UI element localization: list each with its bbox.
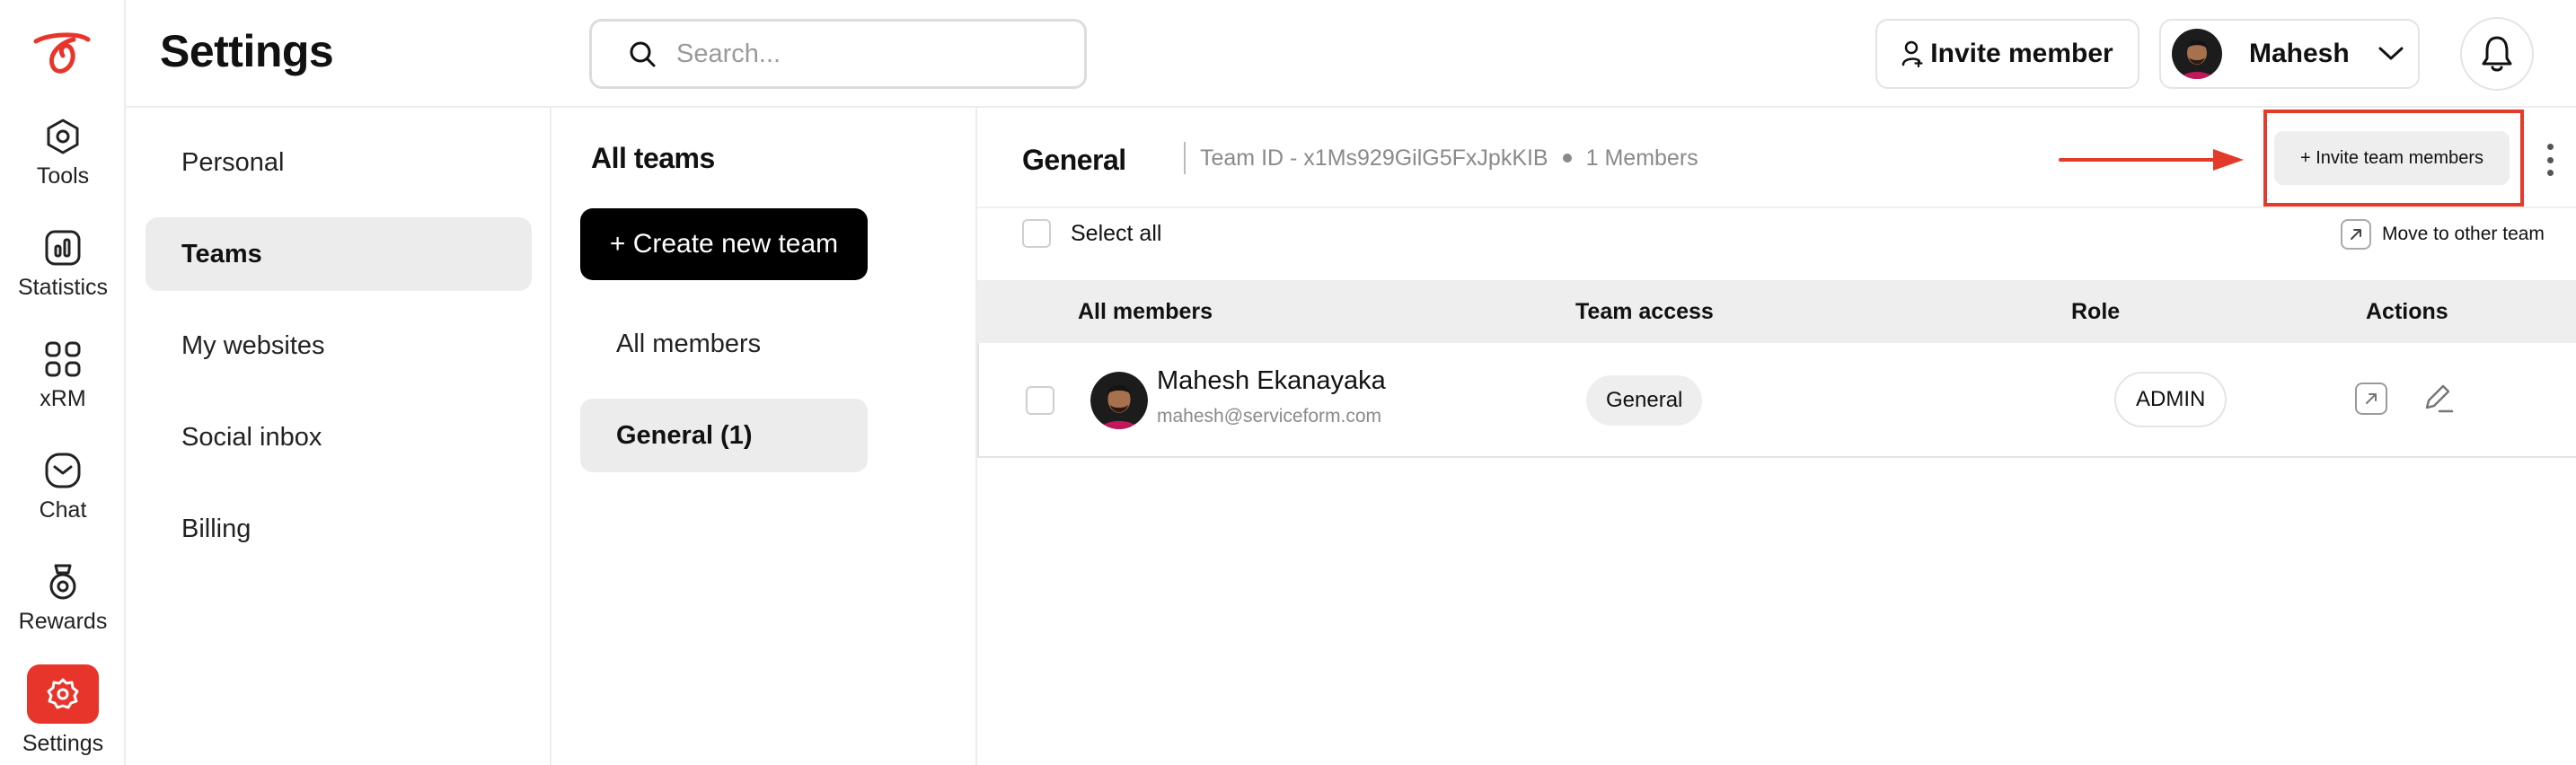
team-item-all-members[interactable]: All members [580,307,868,381]
rail-item-statistics[interactable]: Statistics [0,228,126,301]
avatar [1090,372,1148,429]
divider [977,207,2576,208]
invite-member-button[interactable]: Invite member [1875,19,2139,89]
settings-nav-personal[interactable]: Personal [146,126,532,199]
role-badge[interactable]: ADMIN [2114,372,2228,427]
select-all-checkbox[interactable] [1022,219,1051,248]
teams-panel: All teams + Create new team All members … [551,108,977,765]
page-title: Settings [160,26,334,76]
move-to-other-team-button[interactable]: Move to other team [2341,219,2545,250]
members-count: 1 Members [1585,145,1698,171]
rail-item-label: Tools [36,163,90,189]
app-rail: Tools Statistics xRM Chat Rewards Settin… [0,0,126,765]
rewards-icon [49,564,76,600]
rail-item-label: Settings [22,731,104,756]
move-label: Move to other team [2382,224,2545,244]
settings-nav: Personal Teams My websites Social inbox … [126,108,551,765]
column-header: Team access [1575,298,1714,324]
invite-member-label: Invite member [1930,39,2113,68]
active-indicator [27,664,99,724]
chat-icon [45,453,81,488]
team-detail-panel: General Team ID - x1Ms929GilG5FxJpkKIB 1… [977,108,2576,765]
settings-nav-billing[interactable]: Billing [146,492,532,566]
separator-dot [1562,154,1572,163]
rail-item-tools[interactable]: Tools [0,117,126,189]
team-meta: Team ID - x1Ms929GilG5FxJpkKIB 1 Members [1184,142,1698,174]
notifications-button[interactable] [2460,17,2534,91]
table-header: All members Team access Role Actions [977,280,2576,343]
user-name: Mahesh [2249,39,2350,68]
grid-icon [45,341,81,377]
user-menu-button[interactable]: Mahesh [2159,19,2420,89]
create-team-button[interactable]: + Create new team [580,208,868,280]
rail-item-xrm[interactable]: xRM [0,339,126,412]
team-access-badge: General [1586,375,1703,426]
rail-item-label: Statistics [17,275,109,300]
team-item-general[interactable]: General (1) [580,399,868,472]
rail-item-settings[interactable]: Settings [0,664,126,757]
teams-title: All teams [591,142,715,174]
team-id: Team ID - x1Ms929GilG5FxJpkKIB [1200,145,1548,171]
settings-nav-teams[interactable]: Teams [146,217,532,291]
chevron-down-icon [2378,47,2404,60]
search-icon [630,41,656,67]
more-options-icon[interactable] [2536,140,2563,180]
add-user-icon [1902,40,1923,67]
rail-item-label: xRM [40,386,86,411]
column-header: Actions [2366,298,2448,324]
member-email: mahesh@serviceform.com [1157,406,1382,426]
gear-icon [47,678,79,709]
brand-logo-icon[interactable] [31,31,95,75]
tools-icon [47,119,79,154]
move-icon [2341,219,2371,250]
settings-nav-social-inbox[interactable]: Social inbox [146,400,532,474]
team-name: General [1022,144,1126,176]
annotation-arrow [2059,149,2244,171]
bell-icon [2482,36,2512,72]
statistics-icon [45,230,81,266]
rail-item-label: Chat [39,497,87,523]
avatar [2172,29,2222,79]
settings-nav-my-websites[interactable]: My websites [146,309,532,382]
search-box[interactable] [589,19,1087,89]
invite-team-members-button[interactable]: + Invite team members [2274,131,2510,185]
select-all[interactable]: Select all [1022,219,1161,248]
rail-item-label: Rewards [18,609,108,634]
move-member-icon[interactable] [2355,382,2387,415]
edit-icon[interactable] [2420,381,2456,417]
row-checkbox[interactable] [1026,386,1054,415]
table-row: Mahesh Ekanayaka mahesh@serviceform.com … [977,343,2576,458]
rail-item-chat[interactable]: Chat [0,451,126,523]
rail-item-rewards[interactable]: Rewards [0,562,126,635]
member-name: Mahesh Ekanayaka [1157,366,1386,395]
select-all-label: Select all [1071,220,1162,246]
column-header: All members [1078,298,1213,324]
column-header: Role [2071,298,2121,324]
search-input[interactable] [676,39,1054,69]
